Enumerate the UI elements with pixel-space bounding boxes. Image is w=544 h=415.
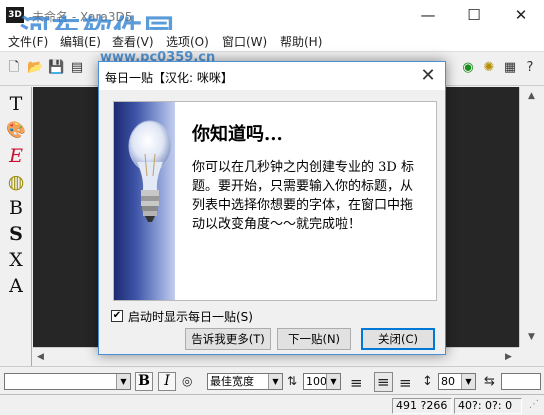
close-button[interactable]: ✕: [498, 0, 544, 30]
scroll-right-icon[interactable]: ▶: [505, 352, 512, 362]
toolbox: T 🎨 E ◍ B S X A: [0, 87, 32, 367]
extrude-tool-icon[interactable]: E: [5, 145, 27, 167]
save-as-icon[interactable]: ▤: [69, 60, 85, 76]
align-right-icon[interactable]: ≡: [399, 374, 412, 392]
scroll-left-icon[interactable]: ◀: [37, 352, 44, 362]
tip-heading: 你知道吗...: [192, 124, 283, 145]
menu-file[interactable]: 文件(F): [8, 33, 48, 50]
window-titlebar: 3D 未命名 - Xara3D5 河东软件园 — ☐ ✕: [0, 0, 544, 49]
text-tool-icon[interactable]: T: [5, 93, 27, 115]
next-tip-button[interactable]: 下一贴(N): [277, 328, 351, 350]
kerning-icon: ⇆: [484, 374, 495, 389]
scroll-down-icon[interactable]: ▼: [528, 332, 535, 342]
line-spacing-select-value: 80: [441, 375, 455, 388]
animation-tool-icon[interactable]: A: [5, 275, 27, 297]
tip-of-the-day-dialog: 每日一贴【汉化: 咪咪】 ✕ 你知道吗... 你可以在几秒钟之内创建专业的 3D…: [98, 61, 446, 355]
scroll-up-icon[interactable]: ▲: [528, 91, 535, 101]
statusbar: 491 ?266 40?: 0?: 0 ⋰: [0, 394, 544, 415]
light-bulb-icon: [128, 120, 172, 222]
status-size: 491 ?266: [392, 398, 452, 414]
kerning-field[interactable]: [501, 373, 541, 390]
tip-body: 你可以在几秒钟之内创建专业的 3D 标题。要开始，只需要输入你的标题，从列表中选…: [192, 160, 414, 232]
maximize-button[interactable]: ☐: [451, 0, 497, 30]
menu-view[interactable]: 查看(V): [112, 33, 154, 50]
open-folder-icon[interactable]: 📂: [27, 60, 43, 76]
vertical-scrollbar[interactable]: ▲ ▼: [519, 87, 544, 347]
outline-icon[interactable]: ◎: [182, 374, 192, 388]
menu-window[interactable]: 窗口(W): [222, 33, 267, 50]
menu-help[interactable]: 帮助(H): [280, 33, 322, 50]
chevron-down-icon[interactable]: ▼: [326, 374, 340, 389]
font-select[interactable]: ▼: [4, 373, 131, 390]
new-file-icon[interactable]: 🗋: [6, 60, 22, 76]
chevron-down-icon[interactable]: ▼: [116, 374, 130, 389]
menu-options[interactable]: 选项(O): [166, 33, 209, 50]
bold-button[interactable]: B: [135, 372, 153, 391]
status-rotation: 40?: 0?: 0: [454, 398, 522, 414]
minimize-button[interactable]: —: [405, 0, 451, 30]
tip-panel: 你知道吗... 你可以在几秒钟之内创建专业的 3D 标题。要开始，只需要输入你的…: [113, 101, 437, 301]
bold-font-tool-icon[interactable]: B: [5, 197, 27, 219]
line-spacing-icon: ↕: [422, 374, 433, 389]
show-on-startup-checkbox[interactable]: ✔: [111, 310, 123, 322]
render-icon[interactable]: ▦: [502, 60, 518, 76]
globe-icon[interactable]: ◉: [460, 60, 476, 76]
line-spacing-select[interactable]: 80 ▼: [438, 373, 476, 390]
resize-grip-icon[interactable]: ⋰: [529, 399, 539, 410]
menu-edit[interactable]: 编辑(E): [60, 33, 101, 50]
color-palette-icon[interactable]: 🎨: [5, 119, 27, 141]
format-toolbar: ▼ B I ◎ 最佳宽度 ▼ ⇅ 100 ▼ ≡ ≡ ≡ ↕ 80 ▼ ⇆: [0, 366, 544, 394]
size-select-value: 100: [306, 375, 327, 388]
lighting-icon[interactable]: ✺: [481, 60, 497, 76]
menubar: 文件(F) 编辑(E) 查看(V) 选项(O) 窗口(W) 帮助(H): [0, 30, 544, 51]
texture-tool-icon[interactable]: X: [5, 249, 27, 271]
dialog-title: 每日一贴【汉化: 咪咪】: [105, 71, 233, 85]
chevron-down-icon[interactable]: ▼: [268, 374, 282, 389]
bulb-strip: [114, 102, 175, 300]
dialog-close-button[interactable]: 关闭(C): [361, 328, 435, 350]
save-icon[interactable]: 💾: [48, 60, 64, 76]
size-select[interactable]: 100 ▼: [303, 373, 341, 390]
show-on-startup-label[interactable]: 启动时显示每日一贴(S): [128, 308, 253, 325]
spacing-select[interactable]: 最佳宽度 ▼: [207, 373, 283, 390]
align-left-icon[interactable]: ≡: [350, 374, 363, 392]
dialog-titlebar: 每日一贴【汉化: 咪咪】 ✕: [99, 62, 445, 90]
dialog-close-icon[interactable]: ✕: [417, 65, 439, 87]
shadow-tool-icon[interactable]: S: [5, 223, 27, 245]
help-icon[interactable]: ?: [522, 60, 538, 76]
char-spacing-icon: ⇅: [287, 374, 298, 388]
italic-button[interactable]: I: [158, 372, 176, 391]
chevron-down-icon[interactable]: ▼: [461, 374, 475, 389]
tell-me-more-button[interactable]: 告诉我更多(T): [185, 328, 271, 350]
align-center-icon[interactable]: ≡: [374, 372, 393, 392]
bevel-tool-icon[interactable]: ◍: [5, 171, 27, 193]
spacing-select-value: 最佳宽度: [210, 375, 254, 388]
